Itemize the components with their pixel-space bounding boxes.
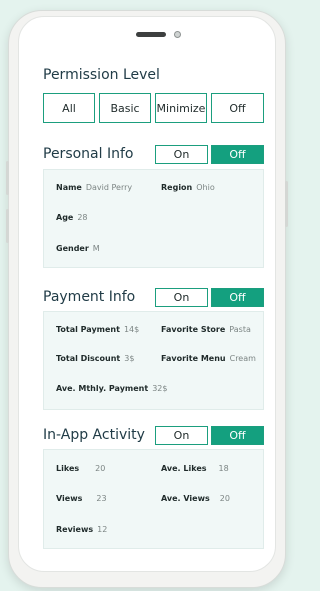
phone-power-button (285, 181, 288, 227)
views-label: Views (56, 494, 83, 503)
personal-info-off-toggle[interactable]: Off (211, 145, 264, 164)
ave-mthly-payment-label: Ave. Mthly. Payment (56, 384, 149, 393)
region-field: Region Ohio (161, 183, 215, 192)
ave-likes-value: 18 (218, 464, 229, 473)
ave-likes-field: Ave. Likes 18 (161, 464, 229, 473)
favorite-menu-label: Favorite Menu (161, 354, 226, 363)
favorite-store-label: Favorite Store (161, 325, 226, 334)
favorite-menu-field: Favorite Menu Cream (161, 354, 256, 363)
in-app-activity-title: In-App Activity (43, 427, 145, 443)
name-field: Name David Perry (56, 183, 132, 192)
reviews-field: Reviews 12 (56, 525, 107, 534)
favorite-store-field: Favorite Store Pasta (161, 325, 251, 334)
age-value: 28 (77, 213, 88, 222)
name-value: David Perry (85, 183, 133, 192)
speaker-grille (136, 32, 166, 37)
favorite-store-value: Pasta (229, 325, 251, 334)
ave-mthly-payment-value: 32$ (152, 384, 168, 393)
phone-side-button (6, 209, 9, 243)
in-app-activity-off-toggle[interactable]: Off (211, 426, 264, 445)
likes-label: Likes (56, 464, 80, 473)
age-label: Age (56, 213, 74, 222)
name-label: Name (56, 183, 82, 192)
in-app-activity-panel: Likes 20 Ave. Likes 18 Views 23 Ave. Views 2… (43, 449, 264, 549)
ave-views-label: Ave. Views (161, 494, 210, 503)
views-value: 23 (96, 494, 107, 503)
personal-info-title: Personal Info (43, 146, 134, 162)
ave-mthly-payment-field: Ave. Mthly. Payment 32$ (56, 384, 167, 393)
age-field: Age 28 (56, 213, 88, 222)
ave-likes-label: Ave. Likes (161, 464, 207, 473)
total-discount-field: Total Discount 3$ (56, 354, 134, 363)
reviews-value: 12 (97, 525, 108, 534)
permission-basic-button[interactable]: Basic (99, 93, 151, 123)
total-discount-value: 3$ (124, 354, 135, 363)
payment-info-panel: Total Payment 14$ Favorite Store Pasta Tot… (43, 311, 264, 410)
total-payment-field: Total Payment 14$ (56, 325, 139, 334)
permission-minimize-button[interactable]: Minimize (155, 93, 207, 123)
likes-value: 20 (95, 464, 106, 473)
personal-info-on-toggle[interactable]: On (155, 145, 208, 164)
permission-off-button[interactable]: Off (211, 93, 264, 123)
gender-value: M (92, 244, 100, 253)
phone-side-button (6, 161, 9, 195)
reviews-label: Reviews (56, 525, 94, 534)
total-discount-label: Total Discount (56, 354, 121, 363)
ave-views-field: Ave. Views 20 (161, 494, 230, 503)
camera-icon (174, 31, 181, 38)
in-app-activity-on-toggle[interactable]: On (155, 426, 208, 445)
personal-info-panel: Name David Perry Region Ohio Age 28 Gender M (43, 169, 264, 268)
payment-info-on-toggle[interactable]: On (155, 288, 208, 307)
payment-info-off-toggle[interactable]: Off (211, 288, 264, 307)
gender-field: Gender M (56, 244, 100, 253)
total-payment-value: 14$ (123, 325, 140, 334)
region-label: Region (161, 183, 193, 192)
gender-label: Gender (56, 244, 89, 253)
favorite-menu-value: Cream (229, 354, 256, 363)
total-payment-label: Total Payment (56, 325, 120, 334)
permission-level-title: Permission Level (43, 67, 160, 83)
region-value: Ohio (196, 183, 215, 192)
payment-info-title: Payment Info (43, 289, 136, 305)
permission-all-button[interactable]: All (43, 93, 95, 123)
ave-views-value: 20 (219, 494, 230, 503)
likes-field: Likes 20 (56, 464, 105, 473)
views-field: Views 23 (56, 494, 107, 503)
